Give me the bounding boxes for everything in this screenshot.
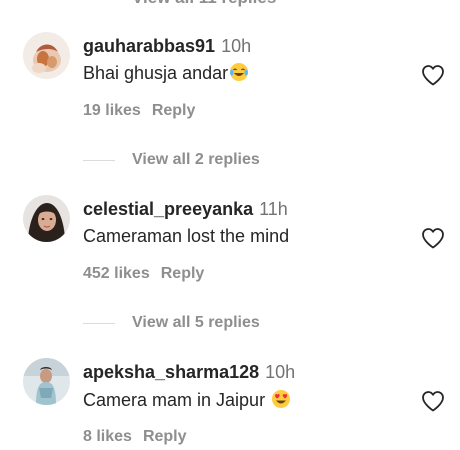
comment-username[interactable]: apeksha_sharma128 10h	[83, 362, 295, 383]
comment-time: 10h	[221, 36, 252, 56]
view-replies-link-partial[interactable]: View all 11 replies	[132, 0, 276, 8]
reply-button[interactable]: Reply	[152, 102, 196, 119]
comment-time: 11h	[259, 199, 288, 219]
heart-eyes-emoji-icon	[271, 389, 291, 414]
likes-count[interactable]: 19 likes	[83, 102, 141, 119]
view-replies-link[interactable]: View all 2 replies	[83, 151, 260, 169]
username-text[interactable]: celestial_preeyanka	[83, 199, 253, 219]
comment-username[interactable]: gauharabbas91 10h	[83, 36, 251, 57]
view-replies-link[interactable]: View all 5 replies	[83, 314, 260, 332]
reply-button[interactable]: Reply	[161, 265, 205, 282]
username-text[interactable]: gauharabbas91	[83, 36, 215, 56]
avatar[interactable]	[23, 358, 70, 405]
likes-count[interactable]: 8 likes	[83, 428, 132, 445]
likes-count[interactable]: 452 likes	[83, 265, 150, 282]
view-replies-label[interactable]: View all 2 replies	[132, 151, 260, 169]
username-text[interactable]: apeksha_sharma128	[83, 362, 259, 382]
reply-button[interactable]: Reply	[143, 428, 187, 445]
comment-meta: 452 likes Reply	[83, 265, 204, 283]
comment-username[interactable]: celestial_preeyanka 11h	[83, 199, 288, 220]
comment-text-body: Cameraman lost the mind	[83, 226, 290, 246]
divider-line	[83, 322, 115, 324]
comment-meta: 19 likes Reply	[83, 102, 195, 120]
heart-icon[interactable]	[421, 227, 445, 249]
view-replies-label[interactable]: View all 5 replies	[132, 314, 260, 332]
comment-meta: 8 likes Reply	[83, 428, 187, 446]
comment-text: Cameraman lost the mind	[83, 226, 289, 247]
comment-text-body: Bhai ghusja andar	[83, 63, 229, 83]
avatar[interactable]	[23, 195, 70, 242]
comment-text-body: Camera mam in Jaipur	[83, 390, 266, 410]
divider-line	[83, 159, 115, 161]
avatar[interactable]	[23, 32, 70, 79]
heart-icon[interactable]	[421, 64, 445, 86]
comment-text: Camera mam in Jaipur	[83, 389, 291, 414]
comment-time: 10h	[265, 362, 296, 382]
comment-text: Bhai ghusja andar	[83, 62, 249, 87]
heart-icon[interactable]	[421, 390, 445, 412]
laughing-tears-emoji-icon	[229, 62, 249, 87]
